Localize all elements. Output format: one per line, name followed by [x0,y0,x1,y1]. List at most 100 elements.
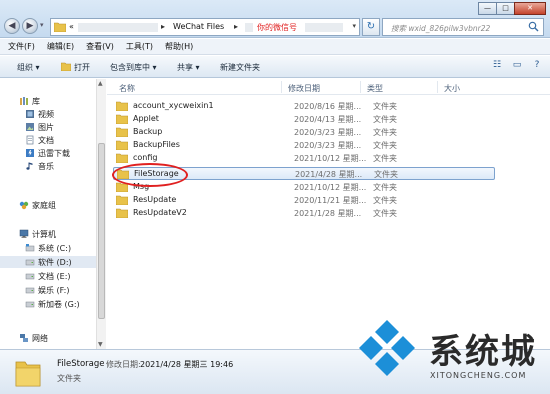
refresh-button[interactable]: ↻ [362,18,380,36]
search-input[interactable]: 搜索 wxid_826pilw3vbnr22 [382,18,544,36]
file-type: 文件夹 [373,183,397,192]
nav-music-label: 音乐 [38,162,54,171]
nav-drive-f[interactable]: 娱乐 (F:) [0,284,96,296]
folder-icon [116,114,128,124]
share-button[interactable]: 共享 ▾ [177,62,200,73]
nav-drive-e[interactable]: 文档 (E:) [0,270,96,282]
nav-thunder[interactable]: 迅雷下载 [0,147,96,159]
file-row[interactable]: BackupFiles 2020/3/23 星期... 文件夹 [113,139,493,152]
organize-button[interactable]: 组织 ▾ [17,62,40,73]
details-name: FileStorage [57,359,105,369]
file-date: 2021/1/28 星期... [294,209,362,218]
nav-music[interactable]: 音乐 [0,160,96,172]
details-type: 文件夹 [57,374,81,383]
menu-file[interactable]: 文件(F) [8,41,35,52]
nav-pictures-label: 图片 [38,123,54,132]
nav-library[interactable]: 库 [0,95,96,107]
close-button[interactable]: ✕ [514,2,546,15]
view-options-icon[interactable]: ☷ [490,60,504,73]
column-date[interactable]: 修改日期 [288,83,320,94]
nav-documents-label: 文档 [38,136,54,145]
nav-documents[interactable]: 文档 [0,134,96,146]
file-type: 文件夹 [373,141,397,150]
back-button[interactable]: ◀ [4,18,20,34]
breadcrumb-wechat-files[interactable]: WeChat Files [173,22,224,31]
maximize-button[interactable]: □ [496,2,515,15]
redacted-path [78,23,158,32]
file-row[interactable]: account_xycweixin1 2020/8/16 星期... 文件夹 [113,100,493,113]
folder-icon [116,101,128,111]
column-divider[interactable] [437,81,438,93]
column-size[interactable]: 大小 [444,83,460,94]
scrollbar-thumb[interactable] [98,143,105,319]
scroll-down-icon[interactable]: ▼ [98,341,103,348]
thunder-download-icon [26,149,34,157]
file-date: 2020/3/23 星期... [294,141,362,150]
new-folder-button[interactable]: 新建文件夹 [220,62,260,73]
nav-scrollbar[interactable]: ▲ ▼ [96,79,106,349]
command-bar: 组织 ▾ 打开 包含到库中 ▾ 共享 ▾ 新建文件夹 ☷ ▭ ? [0,56,550,78]
network-icon [20,334,28,342]
chevron-down-icon[interactable]: ▾ [352,22,356,30]
scroll-up-icon[interactable]: ▲ [98,80,103,87]
breadcrumb-overflow[interactable]: « [69,22,74,31]
file-type: 文件夹 [373,102,397,111]
search-icon[interactable] [528,21,539,32]
nav-library-label: 库 [32,97,40,106]
column-divider[interactable] [281,81,282,93]
nav-video[interactable]: 视频 [0,108,96,120]
minimize-button[interactable]: — [478,2,497,15]
menu-edit[interactable]: 编辑(E) [47,41,74,52]
history-dropdown-icon[interactable]: ▾ [40,21,44,29]
highlight-circle [112,163,188,187]
nav-drive-f-label: 娱乐 (F:) [38,286,70,295]
file-row[interactable]: Backup 2020/3/23 星期... 文件夹 [113,126,493,139]
file-name: account_xycweixin1 [133,101,214,110]
include-in-library-button[interactable]: 包含到库中 ▾ [110,62,157,73]
nav-computer[interactable]: 计算机 [0,228,96,240]
nav-homegroup[interactable]: 家庭组 [0,199,96,211]
nav-network[interactable]: 网络 [0,332,96,344]
file-row[interactable]: ResUpdateV2 2021/1/28 星期... 文件夹 [113,207,493,220]
column-divider[interactable] [360,81,361,93]
file-row[interactable]: ResUpdate 2020/11/21 星期... 文件夹 [113,194,493,207]
redacted-path [245,23,253,32]
music-icon [26,162,33,170]
menu-help[interactable]: 帮助(H) [165,41,193,52]
file-name: BackupFiles [133,140,180,149]
documents-icon [26,135,34,145]
help-icon[interactable]: ? [530,60,544,73]
menu-tools[interactable]: 工具(T) [126,41,153,52]
homegroup-icon [19,201,29,210]
address-bar[interactable]: « ▸ WeChat Files ▸ 你的微信号 ▾ [50,18,360,36]
column-type[interactable]: 类型 [367,83,383,94]
nav-network-label: 网络 [32,334,48,343]
open-folder-icon [61,62,71,71]
details-modified-label: 修改日期: [106,360,141,369]
column-name[interactable]: 名称 [119,83,135,94]
file-type: 文件夹 [373,209,397,218]
menu-bar: 文件(F) 编辑(E) 查看(V) 工具(T) 帮助(H) [0,39,550,55]
menu-view[interactable]: 查看(V) [86,41,114,52]
file-row[interactable]: Applet 2020/4/13 星期... 文件夹 [113,113,493,126]
open-button[interactable]: 打开 [74,62,90,73]
search-placeholder: 搜索 wxid_826pilw3vbnr22 [391,24,491,33]
breadcrumb-wechat-id[interactable]: 你的微信号 [257,22,297,33]
chevron-right-icon[interactable]: ▸ [234,22,238,31]
nav-drive-c[interactable]: 系统 (C:) [0,242,96,254]
preview-pane-icon[interactable]: ▭ [510,60,524,73]
forward-button[interactable]: ▶ [22,18,38,34]
chevron-right-icon[interactable]: ▸ [161,22,165,31]
navigation-pane: 库 视频 图片 文档 迅雷下载 音乐 家庭组 计算机 系统 (C:) 软件 (D… [0,79,96,349]
nav-drive-d[interactable]: 软件 (D:) [0,256,96,268]
file-name: Applet [133,114,159,123]
file-date: 2020/8/16 星期... [294,102,362,111]
file-row[interactable]: config 2021/10/12 星期... 文件夹 [113,152,493,165]
folder-icon [116,127,128,137]
video-icon [26,110,34,118]
redacted-path [305,23,343,32]
nav-drive-d-label: 软件 (D:) [38,258,72,267]
nav-drive-g[interactable]: 新加卷 (G:) [0,298,96,310]
library-icon [20,97,28,105]
nav-pictures[interactable]: 图片 [0,121,96,133]
